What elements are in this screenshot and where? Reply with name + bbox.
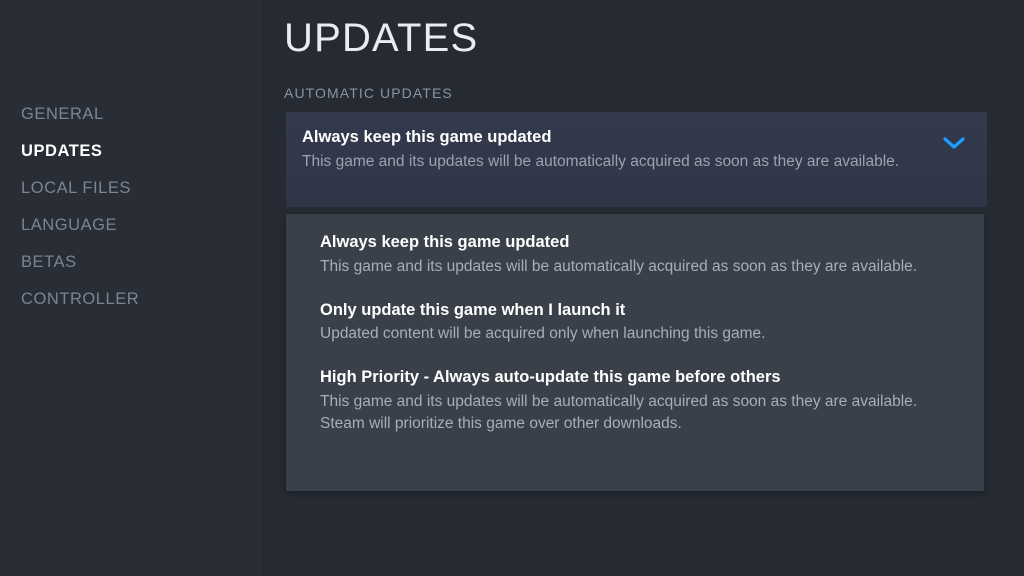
sidebar-item-general[interactable]: GENERAL	[0, 96, 262, 133]
automatic-updates-select[interactable]: Always keep this game updated This game …	[286, 112, 987, 207]
chevron-down-icon[interactable]	[943, 136, 965, 150]
sidebar-item-label: BETAS	[21, 253, 77, 271]
sidebar-item-local-files[interactable]: LOCAL FILES	[0, 170, 262, 207]
option-title: High Priority - Always auto-update this …	[320, 368, 781, 387]
sidebar-item-label: LANGUAGE	[21, 216, 118, 234]
sidebar-item-betas[interactable]: BETAS	[0, 244, 262, 281]
dropdown-option-high-priority[interactable]: High Priority - Always auto-update this …	[286, 367, 984, 435]
sidebar-item-controller[interactable]: CONTROLLER	[0, 281, 262, 318]
selected-option-description: This game and its updates will be automa…	[302, 152, 900, 170]
automatic-updates-dropdown-list: Always keep this game updated This game …	[286, 214, 984, 491]
selected-option-title: Always keep this game updated	[302, 128, 552, 146]
sidebar-item-label: UPDATES	[21, 142, 103, 160]
sidebar-item-label: LOCAL FILES	[21, 179, 131, 197]
settings-sidebar: GENERAL UPDATES LOCAL FILES LANGUAGE BET…	[0, 0, 262, 576]
page-title: UPDATES	[284, 16, 479, 60]
option-title: Only update this game when I launch it	[320, 300, 626, 319]
option-description: This game and its updates will be automa…	[320, 392, 918, 432]
dropdown-option-update-on-launch[interactable]: Only update this game when I launch it U…	[286, 300, 984, 346]
selected-option-text: Always keep this game updated This game …	[286, 112, 926, 173]
steam-game-properties-window: GENERAL UPDATES LOCAL FILES LANGUAGE BET…	[0, 0, 1024, 576]
settings-content-pane: UPDATES AUTOMATIC UPDATES Always keep th…	[262, 0, 1024, 576]
option-description: This game and its updates will be automa…	[320, 257, 918, 275]
sidebar-item-label: CONTROLLER	[21, 290, 140, 308]
sidebar-item-label: GENERAL	[21, 105, 104, 123]
option-title: Always keep this game updated	[320, 233, 570, 251]
option-description: Updated content will be acquired only wh…	[320, 325, 766, 343]
section-label-automatic-updates: AUTOMATIC UPDATES	[284, 85, 453, 101]
dropdown-option-always-keep-updated[interactable]: Always keep this game updated This game …	[286, 232, 984, 278]
sidebar-item-updates[interactable]: UPDATES	[0, 133, 262, 170]
sidebar-item-language[interactable]: LANGUAGE	[0, 207, 262, 244]
